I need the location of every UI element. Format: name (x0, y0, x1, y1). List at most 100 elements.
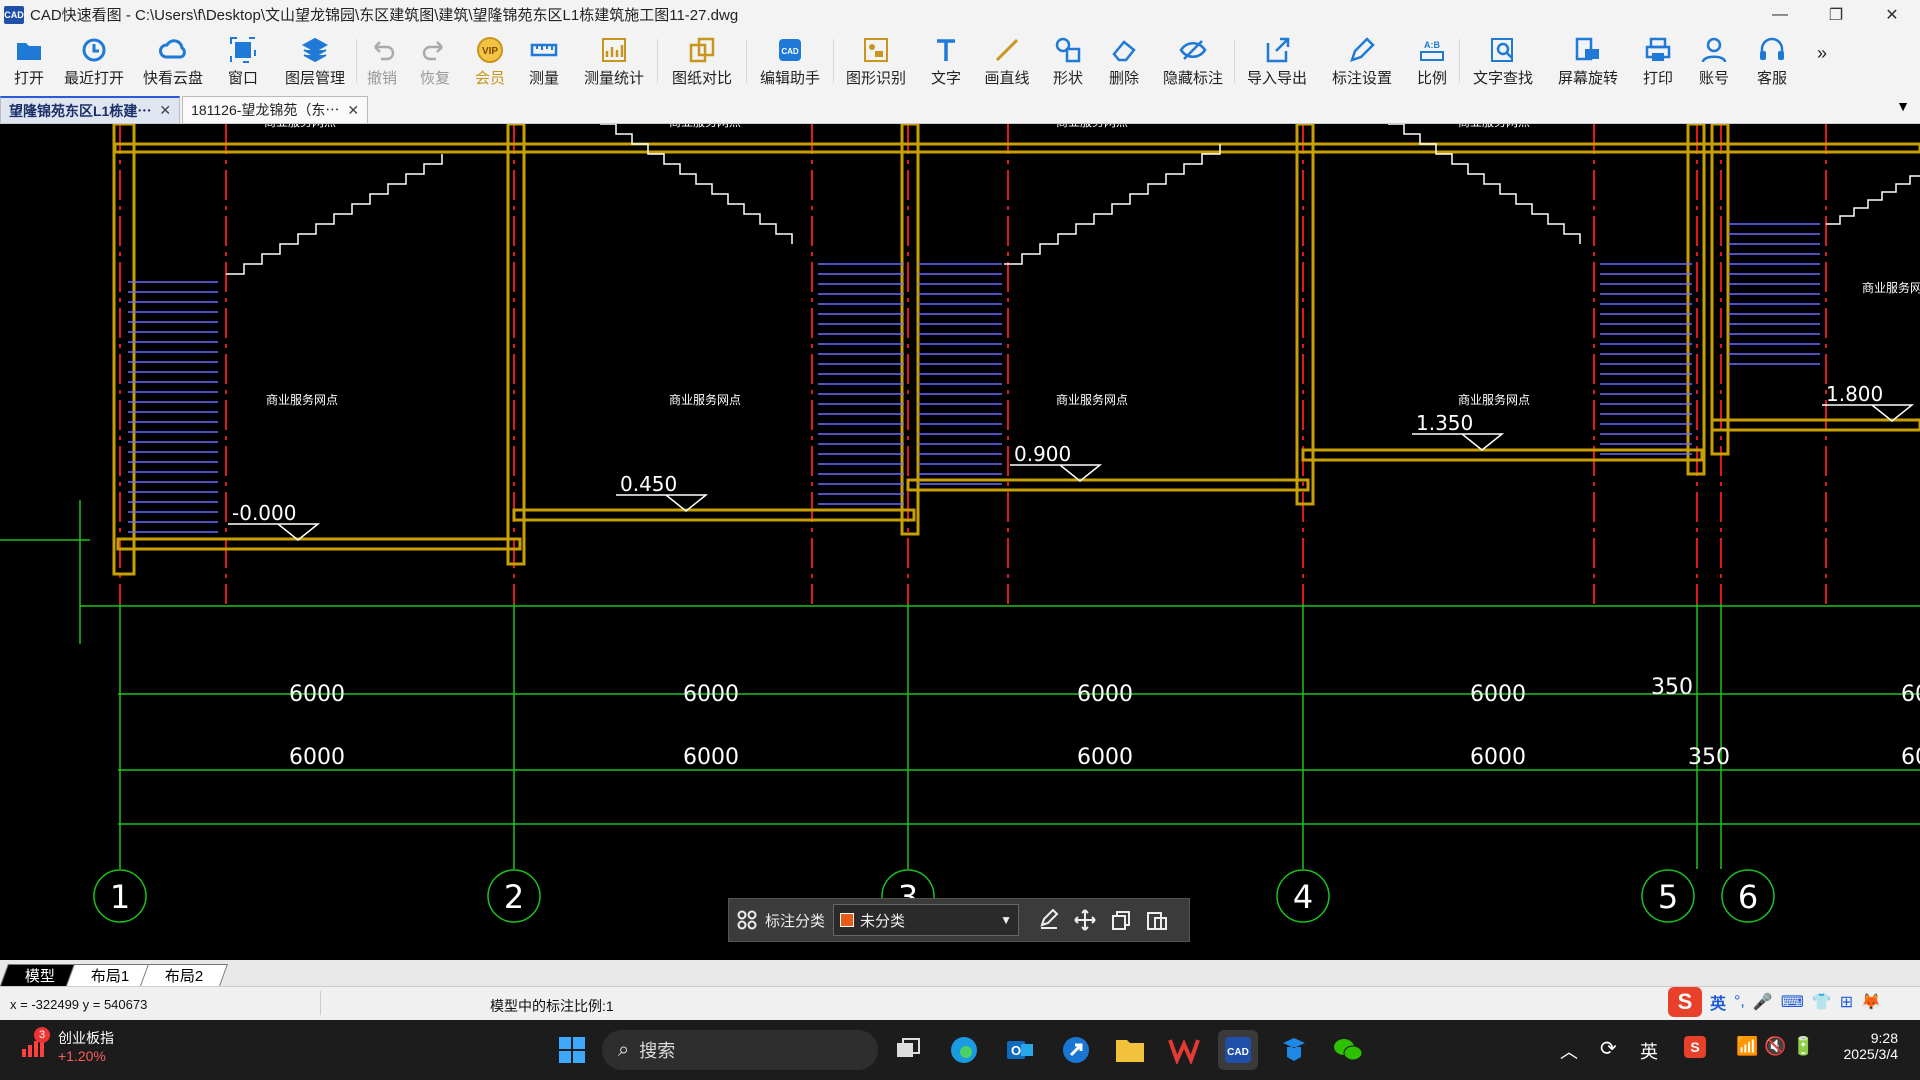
open-button[interactable]: 打开 (4, 29, 54, 93)
wps-icon[interactable] (1164, 1030, 1204, 1070)
notification-badge: 3 (34, 1027, 50, 1043)
screen-rotate-button[interactable]: 屏幕旋转 (1546, 29, 1630, 93)
sync-icon[interactable]: ⟳ (1600, 1036, 1617, 1061)
mascot-icon[interactable]: 🦊 (1861, 992, 1881, 1012)
text-search-button[interactable]: 文字查找 (1460, 29, 1546, 93)
close-icon[interactable]: ✕ (159, 102, 171, 119)
outlook-icon[interactable]: O (1000, 1030, 1040, 1070)
stock-change: +1.20% (58, 1048, 106, 1064)
cad-viewer-taskbar-icon[interactable]: CAD (1218, 1030, 1258, 1070)
layout-tab-bar: 模型 布局1 布局2 (0, 960, 1920, 986)
undo-button[interactable]: 撤销 (357, 29, 407, 93)
grid-menu-icon[interactable] (729, 902, 765, 938)
tab-layout2[interactable]: 布局2 (140, 964, 229, 986)
category-select[interactable]: 未分类 ▼ (833, 904, 1020, 936)
text-button[interactable]: 文字 (918, 29, 974, 93)
keyboard-icon[interactable]: ⌨ (1781, 992, 1804, 1012)
elevation-label: 1.350 (1416, 411, 1473, 435)
toolbar-more-button[interactable]: » (1802, 29, 1842, 93)
toolbox-icon[interactable]: ⊞ (1840, 992, 1853, 1012)
redo-button[interactable]: 恢复 (407, 29, 463, 93)
tray-chevron-up-icon[interactable]: ︿ (1560, 1038, 1578, 1064)
copy-icon[interactable] (1103, 902, 1139, 938)
cloud-icon (159, 39, 186, 59)
clock[interactable]: 9:28 2025/3/4 (1834, 1030, 1899, 1062)
scale-button[interactable]: A:B 比例 (1405, 29, 1459, 93)
draw-line-button[interactable]: 画直线 (974, 29, 1040, 93)
restore-button[interactable]: ❐ (1808, 0, 1864, 29)
battery-icon[interactable]: 🔋 (1792, 1036, 1814, 1057)
punctuation-icon[interactable]: °, (1734, 993, 1745, 1011)
stats-icon (602, 38, 626, 62)
recent-open-button[interactable]: 最近打开 (54, 29, 134, 93)
layer-manager-button[interactable]: 图层管理 (274, 29, 356, 93)
edit-icon[interactable] (1031, 902, 1067, 938)
paste-icon[interactable] (1139, 902, 1175, 938)
doc-tab-1[interactable]: 望隆锦苑东区L1栋建⋯ ✕ (0, 96, 181, 123)
axis-number: 4 (1293, 878, 1313, 916)
mic-icon[interactable]: 🎤 (1753, 992, 1773, 1012)
compare-button[interactable]: 图纸对比 (658, 29, 746, 93)
windows-start-icon[interactable] (552, 1030, 592, 1070)
tab-list-dropdown[interactable]: ▼ (1896, 98, 1910, 114)
doc-tab-2[interactable]: 181126-望龙锦苑（东⋯ ✕ (182, 96, 369, 123)
eye-hidden-icon (1179, 40, 1207, 60)
close-icon[interactable]: ✕ (347, 102, 359, 119)
ime-lang-toggle[interactable]: 英 (1710, 990, 1726, 1014)
room-label: 商业服务网点 (1056, 392, 1128, 407)
skin-icon[interactable]: 👕 (1812, 992, 1832, 1012)
shape-recognize-button[interactable]: 图形识别 (834, 29, 918, 93)
vip-button[interactable]: VIP 会员 (463, 29, 517, 93)
drawing-canvas[interactable]: 商业服务网点商业服务网点商业服务网点商业服务网点商业服务网点商业服务网点商业服务… (0, 124, 1920, 960)
stair-flight (226, 154, 443, 275)
taskbar-search[interactable]: ⌕ 搜索 (602, 1030, 878, 1070)
shape-button[interactable]: 形状 (1040, 29, 1096, 93)
print-button[interactable]: 打印 (1630, 29, 1686, 93)
category-color-swatch (840, 913, 855, 927)
floor-slab (1301, 448, 1704, 462)
pinned-app-icon[interactable] (1056, 1030, 1096, 1070)
volume-muted-icon[interactable]: 🔇 (1764, 1036, 1786, 1057)
hide-markup-button[interactable]: 隐藏标注 (1152, 29, 1234, 93)
rotate-screen-icon (1575, 37, 1599, 61)
app-logo-icon: CAD (4, 5, 24, 24)
vip-icon: VIP (477, 37, 503, 63)
edit-assistant-button[interactable]: CAD 编辑助手 (747, 29, 833, 93)
task-view-icon[interactable] (888, 1030, 928, 1070)
support-button[interactable]: 客服 (1742, 29, 1802, 93)
wifi-icon[interactable]: 📶 (1736, 1036, 1758, 1057)
export-icon (1266, 37, 1290, 63)
sogou-logo-icon[interactable]: S (1668, 987, 1702, 1017)
wechat-icon[interactable] (1328, 1030, 1368, 1070)
measure-stats-button[interactable]: 测量统计 (571, 29, 657, 93)
taskbar: 3 创业板指 +1.20% ⌕ 搜索 O CAD ︿ ⟳ 英 S 📶 🔇 🔋 9… (0, 1020, 1920, 1080)
redo-label: 恢复 (419, 70, 450, 87)
stair-flight (1004, 144, 1221, 265)
window-button[interactable]: 窗口 (212, 29, 274, 93)
minimize-button[interactable]: — (1752, 0, 1808, 29)
cloud-disk-button[interactable]: 快看云盘 (134, 29, 212, 93)
sogou-tray-icon[interactable]: S (1684, 1036, 1706, 1058)
measure-button[interactable]: 测量 (517, 29, 571, 93)
redo-icon (422, 41, 443, 61)
move-icon[interactable] (1067, 902, 1103, 938)
stock-chart-icon: 3 (20, 1027, 50, 1061)
markup-settings-button[interactable]: 标注设置 (1319, 29, 1405, 93)
edge-browser-icon[interactable] (944, 1030, 984, 1070)
stock-widget[interactable]: 3 创业板指 +1.20% (20, 1027, 114, 1064)
search-icon: ⌕ (618, 1038, 630, 1061)
room-label: 商业服务网点 (1458, 124, 1530, 129)
lanxin-app-icon[interactable] (1274, 1030, 1314, 1070)
floor-slab (906, 478, 1310, 492)
delete-button[interactable]: 删除 (1096, 29, 1152, 93)
file-explorer-icon[interactable] (1110, 1030, 1150, 1070)
dimension-text: 60 (1901, 682, 1920, 707)
top-beam (113, 142, 1920, 154)
text-tool-icon (937, 39, 955, 61)
import-export-button[interactable]: 导入导出 (1235, 29, 1319, 93)
floor-slab (1710, 418, 1920, 432)
close-button[interactable]: ✕ (1864, 0, 1920, 29)
tray-ime-lang[interactable]: 英 (1640, 1038, 1658, 1064)
main-toolbar: 打开 最近打开 快看云盘 窗口 图层管理 撤销 恢复 VIP 会员 测量 测量统… (0, 29, 1920, 93)
account-button[interactable]: 账号 (1686, 29, 1742, 93)
